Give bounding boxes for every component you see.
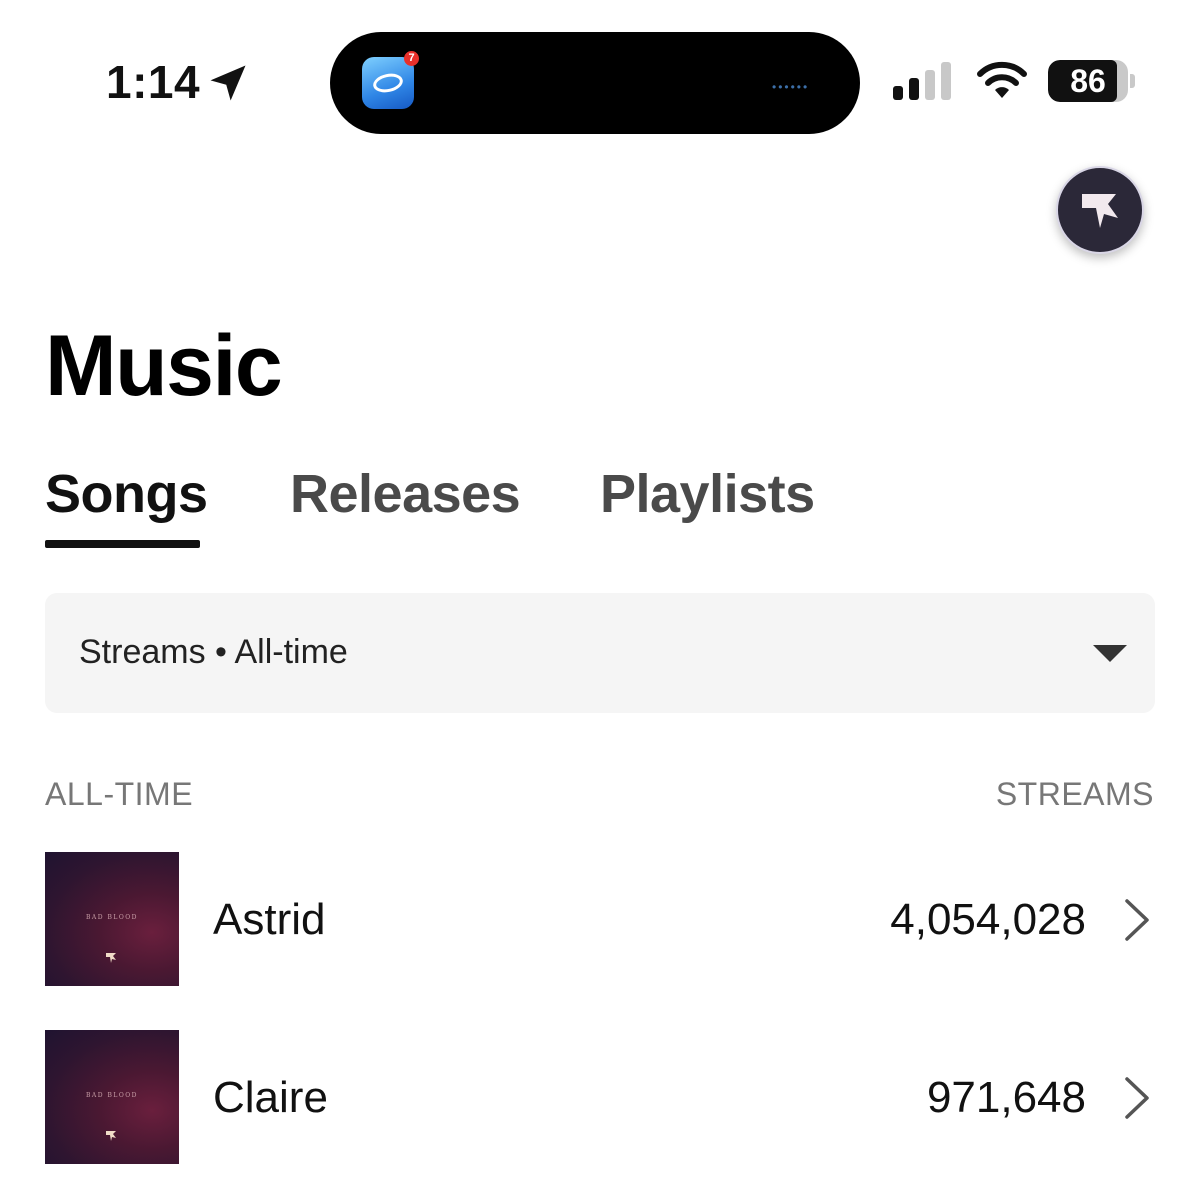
song-row[interactable]: BAD BLOOD Claire 971,648 xyxy=(0,1030,1200,1166)
profile-logo-icon xyxy=(1082,194,1118,228)
song-streams: 971,648 xyxy=(926,1073,1086,1122)
list-header-metric: STREAMS xyxy=(995,776,1154,812)
page-title: Music xyxy=(45,318,283,414)
tab-playlists[interactable]: Playlists xyxy=(600,462,815,526)
song-row[interactable]: BAD BLOOD Astrid 4,054,028 xyxy=(0,852,1200,988)
song-title: Astrid xyxy=(213,895,326,944)
album-cover: BAD BLOOD xyxy=(45,1030,179,1164)
caret-down-icon xyxy=(1093,645,1127,662)
status-time: 1:14 xyxy=(106,56,201,108)
song-streams: 4,054,028 xyxy=(890,895,1086,944)
notification-badge: 7 xyxy=(404,51,419,66)
tab-releases[interactable]: Releases xyxy=(290,462,521,526)
song-title: Claire xyxy=(213,1073,328,1122)
cover-logo-icon xyxy=(106,1131,116,1141)
cover-logo-icon xyxy=(106,953,116,963)
wifi-icon xyxy=(977,61,1027,98)
chevron-right-icon xyxy=(1125,1077,1149,1119)
cover-text: BAD BLOOD xyxy=(85,914,138,921)
active-tab-indicator xyxy=(45,540,200,548)
album-cover: BAD BLOOD xyxy=(45,852,179,986)
cover-text: BAD BLOOD xyxy=(85,1092,138,1099)
battery-level: 86 xyxy=(1070,63,1106,99)
island-activity-dots-icon: •••••• xyxy=(772,80,810,94)
profile-button[interactable] xyxy=(1056,166,1144,254)
cellular-signal-icon xyxy=(893,62,955,100)
battery-icon: 86 xyxy=(1048,60,1136,102)
app-glyph-icon xyxy=(371,71,405,95)
island-app-icon[interactable]: 7 xyxy=(362,51,419,109)
location-arrow-icon xyxy=(210,65,246,101)
filter-label: Streams • All-time xyxy=(79,633,348,671)
chevron-right-icon xyxy=(1125,899,1149,941)
tab-songs[interactable]: Songs xyxy=(45,462,208,526)
list-header-period: ALL-TIME xyxy=(45,776,194,812)
